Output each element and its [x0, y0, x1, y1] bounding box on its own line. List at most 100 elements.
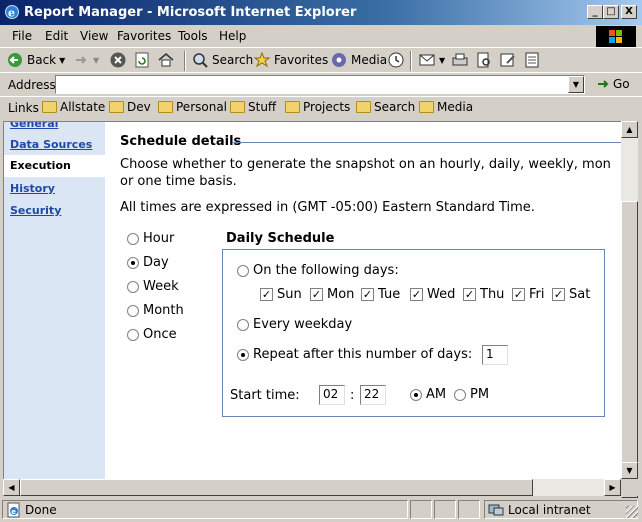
am-radio[interactable]	[410, 388, 422, 401]
scroll-right-icon[interactable]: ▶	[604, 479, 621, 496]
mail-dropdown-icon[interactable]: ▼	[439, 56, 445, 65]
thu-checkbox[interactable]: ✓	[463, 288, 476, 301]
address-input[interactable]	[55, 75, 585, 94]
day-checkbox-wed[interactable]: ✓ Wed	[410, 287, 455, 302]
day-checkbox-tue[interactable]: ✓ Tue	[361, 287, 400, 302]
mon-checkbox[interactable]: ✓	[310, 288, 323, 301]
sun-checkbox[interactable]: ✓	[260, 288, 273, 301]
address-label: Address	[8, 78, 56, 92]
home-button[interactable]	[157, 51, 175, 69]
horizontal-scrollbar[interactable]: ◀ ▶	[3, 479, 621, 496]
refresh-button[interactable]	[133, 51, 151, 69]
link-projects[interactable]: Projects	[285, 100, 350, 114]
link-dev[interactable]: Dev	[109, 100, 151, 114]
day-checkbox-fri[interactable]: ✓ Fri	[512, 287, 545, 302]
security-zone-text: Local intranet	[508, 503, 591, 517]
address-dropdown-icon[interactable]: ▼	[568, 76, 584, 93]
back-button[interactable]: Back ▼	[6, 51, 65, 69]
favorites-button[interactable]: Favorites	[253, 51, 328, 69]
resize-grip-icon[interactable]	[626, 506, 638, 518]
sidebar-item-execution-label: Execution	[10, 159, 71, 172]
repeat-days-input[interactable]: 1	[482, 345, 508, 365]
page-done-icon: e	[7, 502, 20, 518]
link-personal[interactable]: Personal	[158, 100, 227, 114]
pm-option[interactable]: PM	[454, 387, 489, 402]
maximize-button[interactable]: □	[603, 5, 619, 19]
vertical-scrollbar[interactable]: ▲ ▼	[621, 121, 638, 498]
following-days-radio[interactable]	[237, 264, 249, 277]
discuss-button[interactable]	[523, 51, 541, 69]
sidebar-item-general[interactable]: General	[10, 122, 58, 130]
home-icon	[158, 53, 174, 67]
frequency-hour-option[interactable]: Hour	[127, 231, 174, 246]
link-allstate[interactable]: Allstate	[42, 100, 105, 114]
hour-radio[interactable]	[127, 232, 139, 245]
frequency-once-option[interactable]: Once	[127, 327, 177, 342]
history-button[interactable]	[387, 51, 405, 69]
go-button[interactable]: Go	[596, 77, 630, 91]
folder-icon	[42, 101, 57, 113]
horizontal-scroll-thumb[interactable]	[20, 479, 533, 496]
link-media[interactable]: Media	[419, 100, 473, 114]
start-hour-input[interactable]: 02	[319, 385, 345, 405]
once-radio[interactable]	[127, 328, 139, 341]
print-preview-button[interactable]	[475, 51, 493, 69]
menu-file[interactable]: File	[12, 29, 32, 43]
close-button[interactable]: X	[621, 5, 637, 19]
print-button[interactable]	[451, 51, 469, 69]
go-arrow-icon	[598, 80, 609, 88]
day-checkbox-mon[interactable]: ✓ Mon	[310, 287, 354, 302]
day-radio[interactable]	[127, 256, 139, 269]
back-arrow-icon	[8, 53, 22, 67]
week-radio[interactable]	[127, 280, 139, 293]
frequency-day-option[interactable]: Day	[127, 255, 169, 270]
every-weekday-option[interactable]: Every weekday	[237, 317, 352, 332]
link-stuff[interactable]: Stuff	[230, 100, 276, 114]
minimize-button[interactable]: _	[587, 5, 603, 19]
sidebar-item-history[interactable]: History	[10, 182, 55, 195]
menu-bar: File Edit View Favorites Tools Help	[0, 25, 642, 47]
scroll-up-icon[interactable]: ▲	[621, 121, 638, 138]
every-weekday-radio[interactable]	[237, 318, 249, 331]
scroll-left-icon[interactable]: ◀	[3, 479, 20, 496]
wed-checkbox[interactable]: ✓	[410, 288, 423, 301]
frequency-week-option[interactable]: Week	[127, 279, 179, 294]
day-checkbox-sat[interactable]: ✓ Sat	[552, 287, 590, 302]
scroll-down-icon[interactable]: ▼	[621, 462, 638, 479]
stop-button[interactable]	[109, 51, 127, 69]
vertical-scroll-thumb[interactable]	[621, 201, 638, 498]
forward-dropdown-icon[interactable]: ▼	[93, 56, 99, 65]
forward-arrow-icon	[76, 56, 87, 64]
tue-checkbox[interactable]: ✓	[361, 288, 374, 301]
menu-favorites[interactable]: Favorites	[117, 29, 171, 43]
fri-checkbox[interactable]: ✓	[512, 288, 525, 301]
month-radio[interactable]	[127, 304, 139, 317]
menu-view[interactable]: View	[80, 29, 108, 43]
sidebar-item-execution[interactable]: Execution	[4, 155, 105, 177]
media-label: Media	[351, 53, 388, 67]
menu-edit[interactable]: Edit	[45, 29, 68, 43]
link-search[interactable]: Search	[356, 100, 415, 114]
frequency-month-option[interactable]: Month	[127, 303, 184, 318]
repeat-radio[interactable]	[237, 348, 249, 361]
menu-help[interactable]: Help	[219, 29, 246, 43]
pm-radio[interactable]	[454, 388, 466, 401]
day-checkbox-sun[interactable]: ✓ Sun	[260, 287, 302, 302]
repeat-option[interactable]: Repeat after this number of days:	[237, 347, 472, 362]
back-dropdown-icon[interactable]: ▼	[59, 56, 65, 65]
sidebar-item-data-sources[interactable]: Data Sources	[10, 138, 92, 151]
menu-tools[interactable]: Tools	[178, 29, 208, 43]
edit-button[interactable]	[499, 51, 517, 69]
daily-schedule-title: Daily Schedule	[226, 231, 337, 246]
forward-button[interactable]: ▼	[72, 51, 99, 69]
sat-checkbox[interactable]: ✓	[552, 288, 565, 301]
day-checkbox-thu[interactable]: ✓ Thu	[463, 287, 504, 302]
media-button[interactable]: Media	[330, 51, 387, 69]
am-option[interactable]: AM	[410, 387, 446, 402]
sidebar-item-security[interactable]: Security	[10, 204, 61, 217]
title-bar: e Report Manager - Microsoft Internet Ex…	[0, 0, 642, 25]
search-button[interactable]: Search	[191, 51, 253, 69]
mail-button[interactable]: ▼	[418, 51, 445, 69]
following-days-option[interactable]: On the following days:	[237, 263, 399, 278]
start-minute-input[interactable]: 22	[360, 385, 386, 405]
